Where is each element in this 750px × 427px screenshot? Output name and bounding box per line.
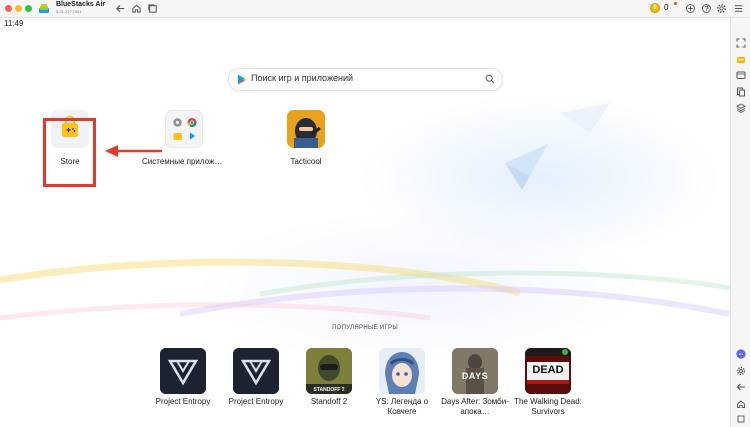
ys-legend-icon [379,348,425,394]
search-icon[interactable] [485,74,495,84]
coin-icon[interactable]: $ [650,3,660,13]
thumb-caption: STANDOFF 2 [313,387,345,393]
game-card[interactable]: STANDOFF 2 Standoff 2 [294,348,364,407]
google-play-icon [238,74,247,85]
thumb-caption: DAYS [461,371,489,381]
game-name: Project Entropy [155,397,211,406]
app-label-tacticool: Tacticool [290,157,322,166]
highlight-box [43,118,96,187]
game-card[interactable]: DAYS Days After: Зомби-апока… [440,348,510,417]
maximize-window-button[interactable] [25,5,32,12]
system-apps-icon [165,110,203,148]
screenshot-icon[interactable] [736,87,746,97]
bluestacks-logo-icon [39,4,49,13]
discord-icon[interactable] [736,349,746,359]
minimize-window-button[interactable] [15,5,22,12]
back-icon[interactable] [736,382,746,392]
home-screen: Поиск игр и приложений Store Системные п… [0,18,730,427]
home-icon[interactable] [131,3,142,14]
game-card[interactable]: DEAD The Walking Dead: Survivors [513,348,583,417]
search-placeholder: Поиск игр и приложений [251,73,353,83]
game-card[interactable]: Project Entropy [221,348,291,407]
home-icon[interactable] [736,399,746,409]
standoff-2-icon: STANDOFF 2 [306,348,352,394]
popular-games-title: ПОПУЛЯРНЫЕ ИГРЫ [332,325,398,331]
right-sidebar [730,18,750,427]
walking-dead-icon: DEAD [525,348,571,394]
layers-icon[interactable] [736,103,746,113]
notification-dot [674,2,677,5]
game-card[interactable]: YS: Легенда о Ковчеге [367,348,437,417]
media-manager-icon[interactable] [736,70,746,80]
close-window-button[interactable] [5,5,12,12]
days-after-icon: DAYS [452,348,498,394]
thumb-caption: DEAD [532,364,564,376]
game-name: YS: Легенда о Ковчеге [375,397,429,416]
project-entropy-icon [233,348,279,394]
multi-instance-icon[interactable] [147,3,158,14]
app-tacticool[interactable]: Tacticool [264,110,348,166]
notification-icon[interactable] [685,3,696,14]
app-label-system-apps: Системные приложен… [142,157,226,166]
title-bar: BlueStacks Air 5.21.7??.7001 $ 0 [0,0,750,18]
game-name: Standoff 2 [310,397,348,406]
arrow-left-icon [105,145,162,157]
app-version: 5.21.7??.7001 [56,9,82,14]
app-name: BlueStacks Air [56,1,106,8]
game-name: Project Entropy [228,397,284,406]
project-entropy-icon [160,348,206,394]
settings-icon[interactable] [736,366,746,376]
search-bar[interactable]: Поиск игр и приложений [228,68,503,91]
tacticool-icon [287,110,325,148]
status-time: 11:49 [4,19,24,28]
keymapping-icon[interactable] [736,55,746,65]
back-icon[interactable] [115,3,126,14]
menu-icon[interactable] [733,3,744,14]
game-name: The Walking Dead: Survivors [514,397,582,416]
help-icon[interactable] [701,3,712,14]
settings-icon[interactable] [716,3,727,14]
recent-apps-icon[interactable] [736,414,746,424]
fullscreen-icon[interactable] [736,38,746,48]
game-name: Days After: Зомби-апока… [441,397,509,416]
coin-count: 0 [664,3,669,12]
game-card[interactable]: Project Entropy [148,348,218,407]
